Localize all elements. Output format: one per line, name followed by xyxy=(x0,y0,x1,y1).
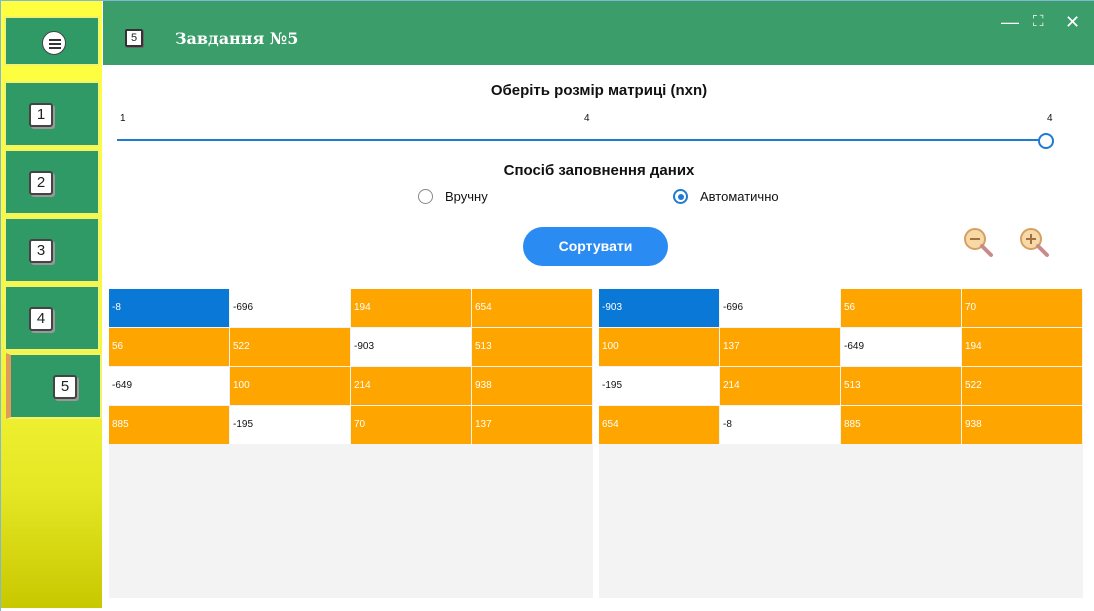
task-5-icon: 5 xyxy=(53,375,77,399)
sidebar: 1 2 3 4 5 xyxy=(1,1,102,608)
task-icon: 5 xyxy=(125,29,143,47)
sorted-matrix-cell[interactable]: -8 xyxy=(720,406,840,444)
minimize-button[interactable]: — xyxy=(1001,13,1019,31)
sorted-matrix-cell[interactable]: -696 xyxy=(720,289,840,327)
matrix-size-heading: Оберіть розмір матриці (nxn) xyxy=(490,82,708,99)
sorted-matrix-cell[interactable]: 522 xyxy=(962,367,1082,405)
source-matrix-cell[interactable]: 885 xyxy=(109,406,229,444)
sidebar-item-5[interactable]: 5 xyxy=(6,353,102,419)
sorted-matrix-cell[interactable]: -903 xyxy=(599,289,719,327)
fill-mode-heading: Спосіб заповнення даних xyxy=(503,162,695,179)
sorted-matrix-cell[interactable]: 70 xyxy=(962,289,1082,327)
sidebar-item-4[interactable]: 4 xyxy=(4,285,100,351)
app-window: 1 2 3 4 5 5 Завдання №5 — ⛶ ✕ Оберіть ро… xyxy=(0,0,1094,611)
sorted-matrix-cell[interactable]: 214 xyxy=(720,367,840,405)
slider-min-label: 1 xyxy=(120,113,126,124)
radio-auto-circle[interactable] xyxy=(673,189,688,204)
slider-value-label: 4 xyxy=(584,113,590,124)
source-matrix-cell[interactable]: -649 xyxy=(109,367,229,405)
task-4-icon: 4 xyxy=(29,307,53,331)
source-matrix-cell[interactable]: 214 xyxy=(351,367,471,405)
source-matrix-cell[interactable]: 194 xyxy=(351,289,471,327)
zoom-out-icon[interactable] xyxy=(961,225,995,259)
hamburger-icon xyxy=(42,31,66,55)
sorted-matrix-cell[interactable]: 194 xyxy=(962,328,1082,366)
sorted-matrix-grid: -903 -696 56 70 100 137 -649 194 -195 214 513 522 65… xyxy=(599,289,1083,598)
radio-auto-label: Автоматично xyxy=(700,189,779,204)
menu-button[interactable] xyxy=(4,16,100,66)
source-matrix-cell[interactable]: 522 xyxy=(230,328,350,366)
source-matrix-cell[interactable]: 137 xyxy=(472,406,592,444)
source-matrix-cell[interactable]: -8 xyxy=(109,289,229,327)
matrix-size-slider[interactable] xyxy=(117,139,1049,141)
sorted-matrix-cell[interactable]: -195 xyxy=(599,367,719,405)
main-content: Оберіть розмір матриці (nxn) 1 4 4 Спосі… xyxy=(103,65,1094,611)
sorted-matrix-cell[interactable]: 56 xyxy=(841,289,961,327)
sorted-matrix-cell[interactable]: 100 xyxy=(599,328,719,366)
maximize-button[interactable]: ⛶ xyxy=(1033,13,1044,31)
radio-manual-circle[interactable] xyxy=(418,189,433,204)
slider-thumb[interactable] xyxy=(1038,133,1054,149)
source-matrix-cell[interactable]: 654 xyxy=(472,289,592,327)
slider-max-label: 4 xyxy=(1047,113,1053,124)
sort-button[interactable]: Сортувати xyxy=(523,227,668,266)
task-1-icon: 1 xyxy=(29,103,53,127)
sidebar-item-2[interactable]: 2 xyxy=(4,149,100,215)
sorted-matrix-cell[interactable]: 137 xyxy=(720,328,840,366)
source-matrix-cell[interactable]: 56 xyxy=(109,328,229,366)
sidebar-item-1[interactable]: 1 xyxy=(4,81,100,147)
sorted-matrix-cell[interactable]: 513 xyxy=(841,367,961,405)
task-2-icon: 2 xyxy=(29,171,53,195)
source-matrix-grid: -8 -696 194 654 56 522 -903 513 -649 100 214 938 885… xyxy=(109,289,593,598)
sorted-matrix-cell[interactable]: 654 xyxy=(599,406,719,444)
source-matrix-cell[interactable]: -195 xyxy=(230,406,350,444)
page-title: Завдання №5 xyxy=(175,29,299,48)
source-matrix-cell[interactable]: 100 xyxy=(230,367,350,405)
source-matrix-cell[interactable]: 70 xyxy=(351,406,471,444)
title-bar: 5 Завдання №5 — ⛶ ✕ xyxy=(103,1,1094,65)
sorted-matrix-cell[interactable]: 885 xyxy=(841,406,961,444)
radio-manual-label: Вручну xyxy=(445,189,488,204)
source-matrix-cell[interactable]: 513 xyxy=(472,328,592,366)
source-matrix-cell[interactable]: -696 xyxy=(230,289,350,327)
source-matrix-cell[interactable]: 938 xyxy=(472,367,592,405)
sorted-matrix-cell[interactable]: -649 xyxy=(841,328,961,366)
task-3-icon: 3 xyxy=(29,239,53,263)
source-matrix-cell[interactable]: -903 xyxy=(351,328,471,366)
sidebar-item-3[interactable]: 3 xyxy=(4,217,100,283)
zoom-in-icon[interactable] xyxy=(1017,225,1051,259)
sorted-matrix-cell[interactable]: 938 xyxy=(962,406,1082,444)
close-button[interactable]: ✕ xyxy=(1065,13,1080,31)
